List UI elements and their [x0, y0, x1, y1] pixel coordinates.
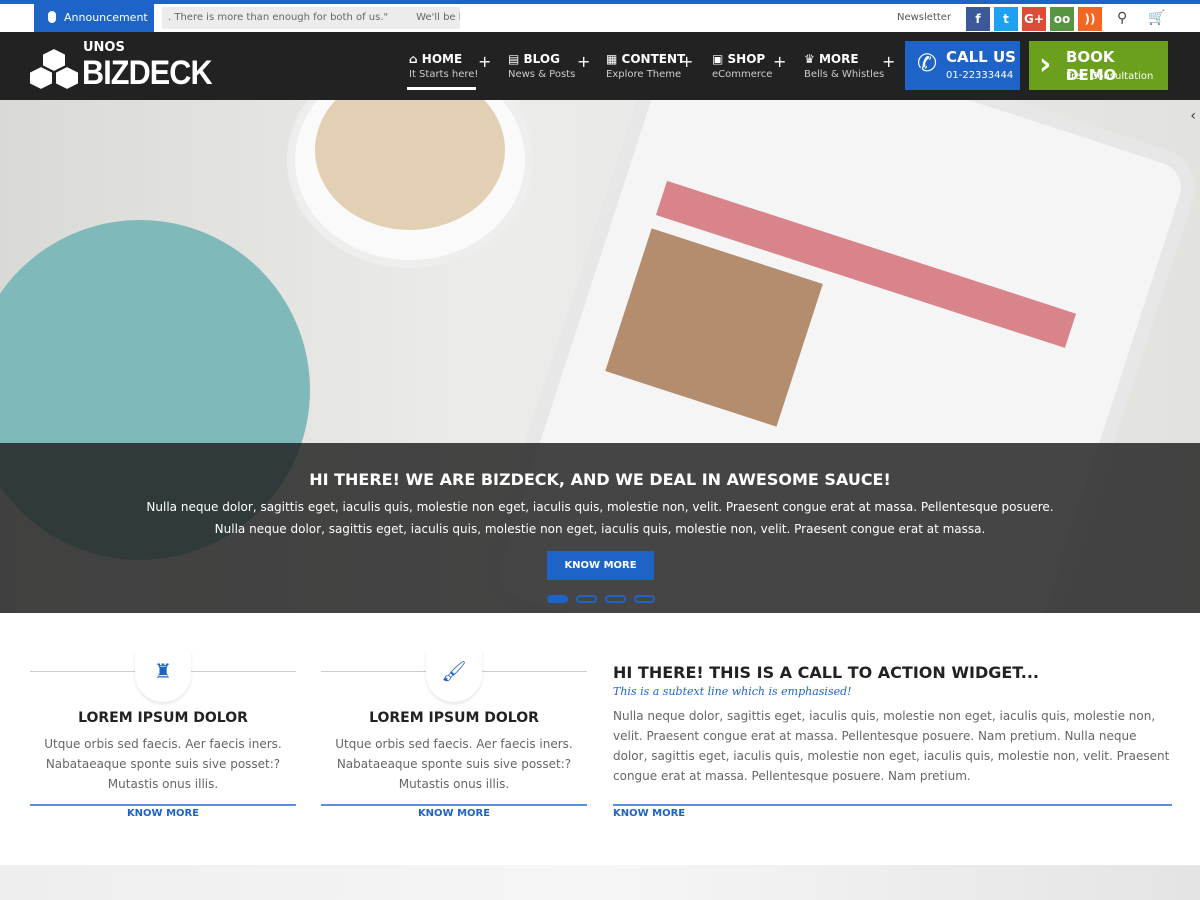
- rss-icon[interactable]: )): [1078, 7, 1102, 31]
- feature-know-more-link[interactable]: KNOW MORE: [321, 808, 587, 819]
- ticker-item: We'll be h: [416, 12, 460, 23]
- google-plus-icon[interactable]: G+: [1022, 7, 1046, 31]
- microphone-icon: [48, 11, 56, 23]
- ticker-item: . There is more than enough for both of …: [168, 12, 389, 23]
- feature-text: Utque orbis sed faecis. Aer faecis iners…: [335, 737, 573, 791]
- nav-item-shop[interactable]: ▣ SHOP eCommerce: [712, 52, 772, 80]
- active-nav-indicator: [407, 87, 476, 90]
- hero-text-line: Nulla neque dolor, sagittis eget, iaculi…: [214, 522, 986, 536]
- nav-label: CONTENT: [621, 52, 686, 66]
- paintbrush-icon: 🖌: [426, 650, 482, 702]
- facebook-icon[interactable]: f: [966, 7, 990, 31]
- announcement-label: Announcement: [34, 4, 154, 32]
- home-icon: ⌂: [409, 52, 418, 66]
- submenu-plus-icon[interactable]: +: [773, 52, 786, 71]
- book-icon: ▤: [508, 52, 520, 66]
- nav-item-more[interactable]: ♛ MORE Bells & Whistles: [804, 52, 884, 80]
- nav-sublabel: Bells & Whistles: [804, 69, 885, 80]
- feature-title: LOREM IPSUM DOLOR: [78, 710, 248, 726]
- slider-dot[interactable]: [576, 595, 597, 603]
- gift-icon: ▣: [712, 52, 724, 66]
- hero-title: HI THERE! WE ARE BIZDECK, AND WE DEAL IN…: [309, 470, 891, 489]
- cta-subtitle: This is a subtext line which is emphasis…: [613, 685, 852, 698]
- slider-dot[interactable]: [605, 595, 626, 603]
- next-section-background: [0, 865, 1200, 900]
- nav-sublabel: It Starts here!: [409, 69, 479, 80]
- call-to-action-widget: HI THERE! THIS IS A CALL TO ACTION WIDGE…: [613, 650, 1172, 819]
- cta-text: Nulla neque dolor, sagittis eget, iaculi…: [613, 709, 1170, 783]
- submenu-plus-icon[interactable]: +: [882, 52, 895, 71]
- nav-label: BLOG: [523, 52, 560, 66]
- call-us-button[interactable]: ✆ CALL US 01-22333444: [905, 41, 1020, 90]
- chevron-right-icon: ›: [1039, 47, 1052, 82]
- divider: [30, 804, 296, 806]
- call-phone: 01-22333444: [946, 70, 1014, 81]
- nav-label: HOME: [421, 52, 463, 66]
- nav-item-home[interactable]: ⌂ HOME It Starts here!: [409, 52, 478, 80]
- cta-title: HI THERE! THIS IS A CALL TO ACTION WIDGE…: [613, 663, 1040, 682]
- hero-slider: ‹ HI THERE! WE ARE BIZDECK, AND WE DEAL …: [0, 100, 1200, 613]
- nav-sublabel: eCommerce: [712, 69, 773, 80]
- top-bar: Announcement . There is more than enough…: [0, 4, 1200, 32]
- logo-big-text: BIZDECK: [82, 54, 213, 92]
- divider: [321, 804, 587, 806]
- cart-icon[interactable]: 🛒: [1148, 10, 1165, 26]
- announcement-text: Announcement: [64, 11, 148, 24]
- feature-know-more-link[interactable]: KNOW MORE: [30, 808, 296, 819]
- slider-dot[interactable]: [634, 595, 655, 603]
- tower-icon: ♜: [135, 650, 191, 702]
- twitter-icon[interactable]: t: [994, 7, 1018, 31]
- book-demo-button[interactable]: › BOOK DEMO Free Consultation: [1029, 41, 1168, 90]
- divider: [613, 804, 1172, 806]
- file-icon: ▦: [606, 52, 618, 66]
- submenu-plus-icon[interactable]: +: [478, 52, 491, 71]
- slider-dot[interactable]: [547, 595, 568, 603]
- nav-item-content[interactable]: ▦ CONTENT Explore Theme: [606, 52, 685, 80]
- nav-label: SHOP: [727, 52, 766, 66]
- demo-subtitle: Free Consultation: [1066, 71, 1154, 82]
- search-icon[interactable]: ⚲: [1117, 10, 1127, 26]
- nav-sublabel: Explore Theme: [606, 69, 682, 80]
- submenu-plus-icon[interactable]: +: [577, 52, 590, 71]
- nav-sublabel: News & Posts: [508, 69, 576, 80]
- hero-text-line: Nulla neque dolor, sagittis eget, iaculi…: [146, 500, 1054, 514]
- slider-prev-arrow-icon[interactable]: ‹: [1190, 108, 1196, 124]
- call-title: CALL US: [946, 48, 1016, 66]
- newsletter-link[interactable]: Newsletter: [897, 4, 951, 32]
- announcement-ticker[interactable]: . There is more than enough for both of …: [162, 7, 460, 29]
- tripadvisor-icon[interactable]: oo: [1050, 7, 1074, 31]
- feature-text: Utque orbis sed faecis. Aer faecis iners…: [44, 737, 282, 791]
- trophy-icon: ♛: [804, 52, 815, 66]
- header: UNOS BIZDECK ⌂ HOME It Starts here! + ▤ BLO…: [0, 32, 1200, 100]
- phone-icon: ✆: [917, 49, 938, 77]
- submenu-plus-icon[interactable]: +: [680, 52, 693, 71]
- feature-title: LOREM IPSUM DOLOR: [369, 710, 539, 726]
- logo-small-text: UNOS: [83, 40, 125, 55]
- cta-know-more-link[interactable]: KNOW MORE: [613, 808, 685, 819]
- nav-label: MORE: [818, 52, 859, 66]
- cubes-logo-icon: [28, 46, 80, 92]
- nav-item-blog[interactable]: ▤ BLOG News & Posts: [508, 52, 575, 80]
- hero-know-more-button[interactable]: KNOW MORE: [547, 551, 654, 580]
